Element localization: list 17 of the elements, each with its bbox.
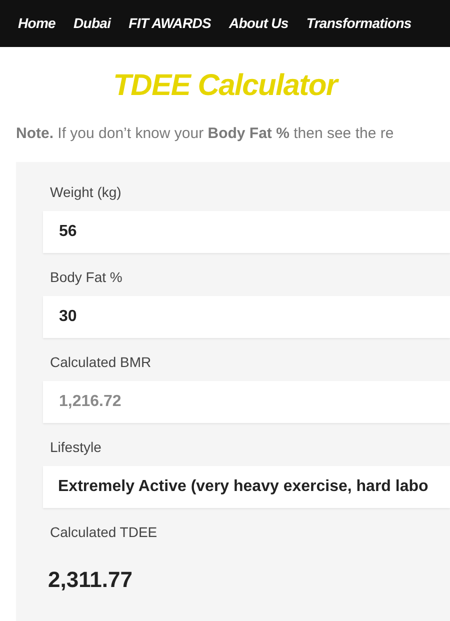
field-label: Calculated TDEE: [50, 522, 158, 542]
nav-link[interactable]: FIT AWARDS: [128, 13, 211, 34]
field-label: Weight (kg): [50, 182, 122, 202]
nav-link[interactable]: Transformations: [306, 13, 412, 34]
field-label: Lifestyle: [50, 438, 102, 457]
field-label: Body Fat %: [50, 268, 124, 287]
tdee-result: 2,311.77: [48, 566, 134, 594]
input-field[interactable]: 30: [43, 296, 450, 338]
nav-link[interactable]: Dubai: [74, 13, 111, 34]
nav-link[interactable]: About Us: [228, 13, 288, 34]
page-title: TDEE Calculator: [113, 71, 337, 101]
input-field[interactable]: 56: [43, 210, 450, 252]
input-field: 1,216.72: [43, 380, 450, 422]
note-text: Note. If you don’t know your Body Fat % then see the re: [16, 124, 395, 144]
field-label: Calculated BMR: [50, 352, 152, 372]
nav-link[interactable]: Home: [18, 13, 56, 34]
lifestyle-select[interactable]: Extremely Active (very heavy exercise, hard labo: [43, 466, 450, 508]
